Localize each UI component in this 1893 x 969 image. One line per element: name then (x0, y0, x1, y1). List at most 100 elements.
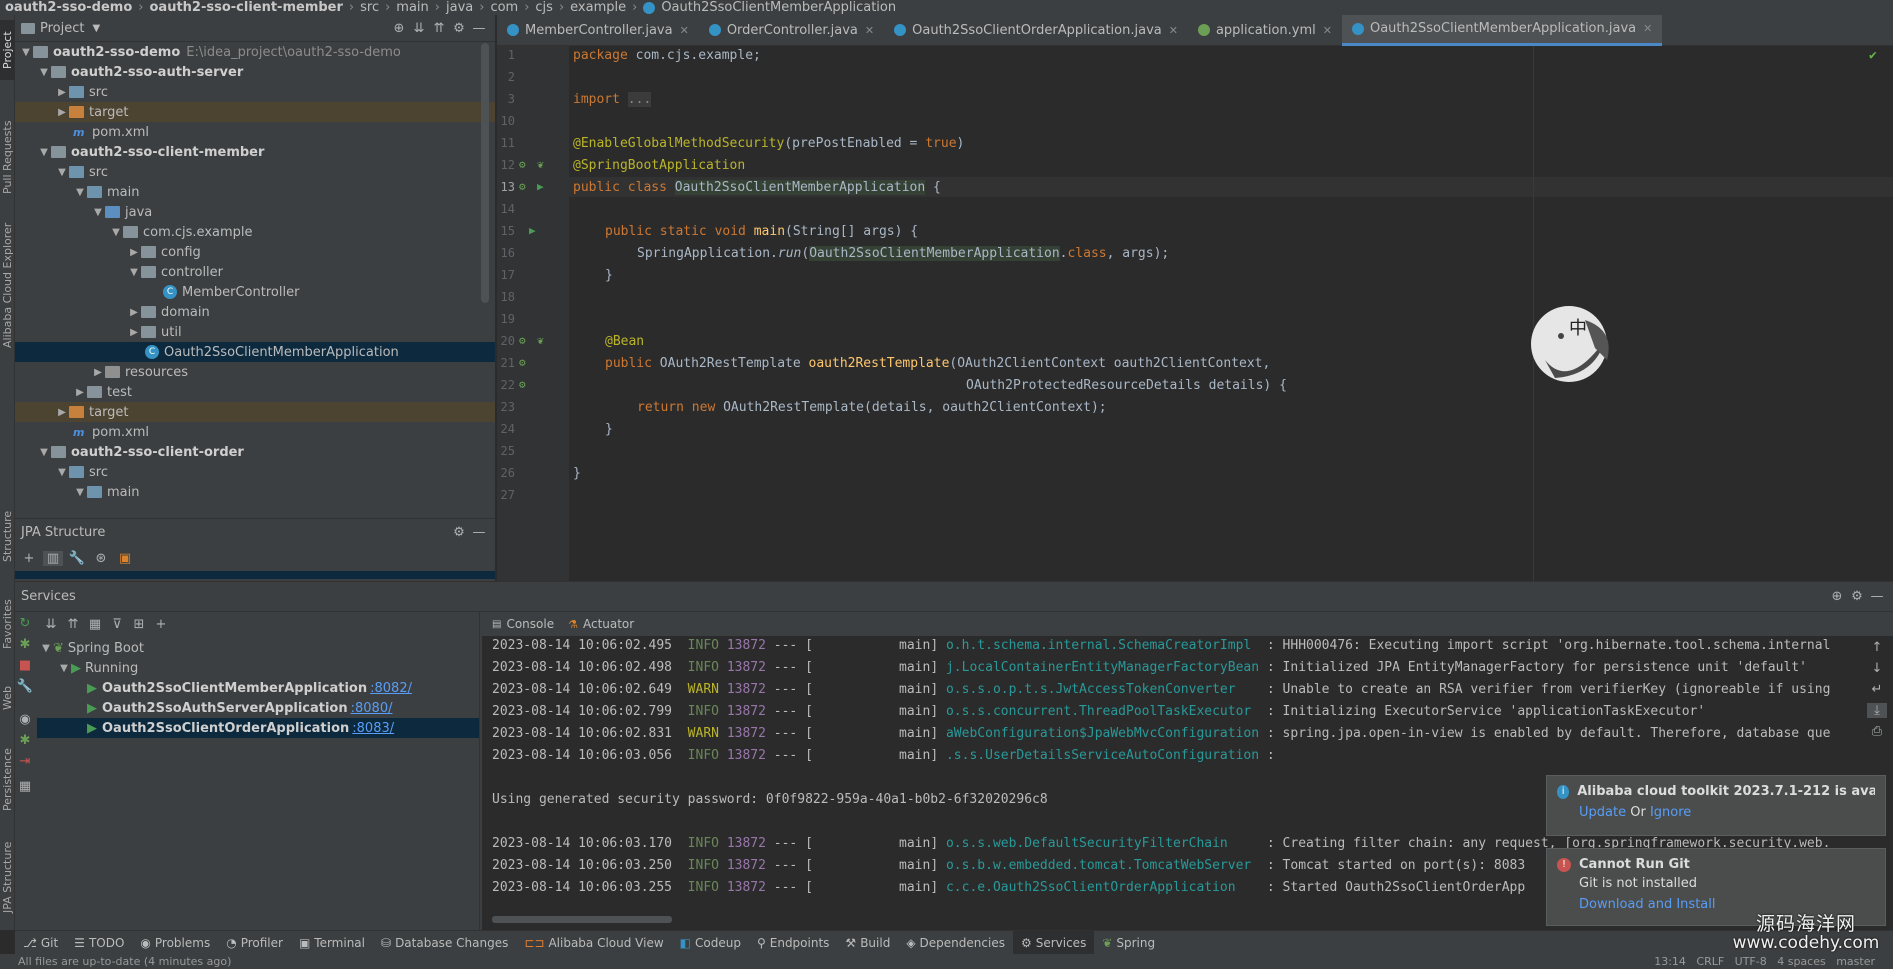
breadcrumb-item[interactable]: cjs (535, 0, 553, 15)
print-icon[interactable]: ⎙ (1867, 724, 1887, 739)
tree-item[interactable]: ▼ java (15, 202, 495, 222)
breadcrumb-item[interactable]: example (570, 0, 626, 15)
collapse-all-icon[interactable]: ⇈ (63, 617, 83, 632)
breadcrumb-item[interactable]: oauth2-sso-client-member (149, 0, 342, 15)
columns-icon[interactable]: ▥ (43, 550, 63, 566)
close-icon[interactable]: ✕ (680, 24, 689, 37)
service-item-selected[interactable]: ▶ Oauth2SsoClientOrderApplication:8083/ (37, 718, 479, 738)
horizontal-scrollbar[interactable] (492, 916, 672, 923)
up-arrow-icon[interactable]: ↑ (1867, 640, 1887, 655)
chevron-right-icon[interactable]: ▶ (127, 327, 141, 338)
breadcrumb-item[interactable]: java (446, 0, 473, 15)
breadcrumb-item[interactable]: src (360, 0, 379, 15)
tree-item[interactable]: ▼ main (15, 482, 495, 502)
tool-git[interactable]: ⎇ Git (15, 931, 66, 955)
bean-icon[interactable]: ⚙ (519, 158, 526, 171)
service-item[interactable]: ▶ Oauth2SsoClientMemberApplication:8082/ (37, 678, 479, 698)
tree-item[interactable]: m pom.xml (15, 422, 495, 442)
update-link[interactable]: Update (1579, 805, 1626, 820)
tool-endpoints[interactable]: ⚲ Endpoints (749, 931, 837, 955)
debugger-icon[interactable]: ✱ (15, 733, 35, 748)
tree-item[interactable]: ▼ com.cjs.example (15, 222, 495, 242)
camera-icon[interactable]: ◉ (15, 712, 35, 727)
tab-member-application[interactable]: Oauth2SsoClientMemberApplication.java ✕ (1341, 14, 1663, 46)
tool-spring[interactable]: ❦ Spring (1094, 931, 1163, 955)
tool-problems[interactable]: ◉ Problems (132, 931, 218, 955)
add-service-icon[interactable]: + (151, 617, 171, 632)
filter-icon[interactable]: ⊽ (107, 617, 127, 632)
tree-item[interactable]: ▶ domain (15, 302, 495, 322)
close-icon[interactable]: ✕ (1643, 22, 1652, 35)
chevron-down-icon[interactable]: ▼ (37, 67, 51, 78)
tool-database-changes[interactable]: ⛁ Database Changes (373, 931, 516, 955)
wrench-icon[interactable]: 🔧 (67, 551, 87, 566)
port-link[interactable]: :8083/ (352, 721, 394, 736)
chevron-down-icon[interactable]: ▼ (73, 187, 87, 198)
run-icon[interactable]: ▶ (529, 224, 536, 237)
gear-icon[interactable]: ⚙ (449, 21, 469, 36)
tree-item[interactable]: m pom.xml (15, 122, 495, 142)
tab-application-yml[interactable]: application.yml ✕ (1188, 15, 1342, 46)
wrench-icon[interactable]: 🔧 (15, 679, 35, 694)
chevron-down-icon[interactable]: ▼ (55, 467, 69, 478)
tool-window-structure[interactable]: Structure (0, 505, 15, 567)
project-panel-title[interactable]: Project (40, 21, 84, 36)
tool-window-pull-requests[interactable]: Pull Requests (0, 110, 15, 205)
scrollbar[interactable] (481, 43, 489, 303)
tree-item[interactable]: ▼ ❦ Spring Boot (37, 638, 479, 658)
tree-item[interactable]: ▶ util (15, 322, 495, 342)
settings-panel-icon[interactable]: ▣ (115, 551, 135, 566)
tab-actuator[interactable]: ⚗ Actuator (568, 617, 634, 631)
tab-order-application[interactable]: Oauth2SsoClientOrderApplication.java ✕ (884, 15, 1188, 46)
chevron-right-icon[interactable]: ▶ (55, 107, 69, 118)
chevron-down-icon[interactable]: ▼ (91, 207, 105, 218)
chevron-down-icon[interactable]: ▼ (39, 643, 53, 654)
scroll-to-end-icon[interactable]: ⤓ (1867, 703, 1887, 718)
download-install-link[interactable]: Download and Install (1579, 897, 1715, 912)
chevron-down-icon[interactable]: ▼ (57, 663, 71, 674)
tree-item[interactable]: ▼ oauth2-sso-client-member (15, 142, 495, 162)
tree-item[interactable]: C MemberController (15, 282, 495, 302)
new-tab-icon[interactable]: ⊞ (129, 617, 149, 632)
service-item[interactable]: ▶ Oauth2SsoAuthServerApplication:8080/ (37, 698, 479, 718)
tree-item[interactable]: ▶ target (15, 102, 495, 122)
selected-row[interactable] (15, 571, 495, 579)
breadcrumb-item[interactable]: main (396, 0, 428, 15)
soft-wrap-icon[interactable]: ↵ (1867, 682, 1887, 697)
tree-item[interactable]: ▼ oauth2-sso-auth-server (15, 62, 495, 82)
breadcrumb-item[interactable]: oauth2-sso-demo (5, 0, 132, 15)
collapse-all-icon[interactable]: ⇈ (429, 21, 449, 36)
tree-item[interactable]: ▶ test (15, 382, 495, 402)
bean-icon[interactable]: ⚙ (519, 180, 526, 193)
port-link[interactable]: :8080/ (351, 701, 393, 716)
debug-icon[interactable]: ✱ (15, 637, 35, 652)
tool-services[interactable]: ⚙ Services (1012, 930, 1095, 955)
tree-item[interactable]: ▼ src (15, 162, 495, 182)
tool-window-jpa-structure[interactable]: JPA Structure (0, 830, 15, 925)
chevron-down-icon[interactable]: ▼ (55, 167, 69, 178)
tree-item[interactable]: ▼ oauth2-sso-demo E:\idea_project\oauth2-s… (15, 42, 495, 62)
layout-icon[interactable]: ▦ (15, 779, 35, 794)
tool-profiler[interactable]: ◔ Profiler (218, 931, 291, 955)
chevron-right-icon[interactable]: ▶ (127, 247, 141, 258)
chevron-right-icon[interactable]: ▶ (91, 367, 105, 378)
ignore-link[interactable]: Ignore (1650, 805, 1691, 820)
tab-order-controller[interactable]: OrderController.java ✕ (699, 15, 884, 46)
chevron-down-icon[interactable]: ▼ (92, 23, 100, 34)
tree-item[interactable]: ▼ controller (15, 262, 495, 282)
chevron-right-icon[interactable]: ▶ (55, 407, 69, 418)
chevron-down-icon[interactable]: ▼ (37, 447, 51, 458)
stop-icon[interactable]: ■ (15, 658, 35, 673)
chevron-right-icon[interactable]: ▶ (127, 307, 141, 318)
tool-dependencies[interactable]: ◈ Dependencies (898, 931, 1013, 955)
expand-all-icon[interactable]: ⇊ (409, 21, 429, 36)
tool-window-favorites[interactable]: Favorites (0, 595, 15, 653)
port-link[interactable]: :8082/ (370, 681, 412, 696)
down-arrow-icon[interactable]: ↓ (1867, 661, 1887, 676)
tab-member-controller[interactable]: MemberController.java ✕ (497, 15, 699, 46)
gear-icon[interactable]: ⚙ (1847, 589, 1867, 604)
spring-leaf-icon[interactable]: ❦ (537, 334, 544, 347)
spring-leaf-icon[interactable]: ❦ (537, 158, 544, 171)
tree-item-selected[interactable]: C Oauth2SsoClientMemberApplication (15, 342, 495, 362)
tool-window-project[interactable]: Project (0, 20, 15, 80)
